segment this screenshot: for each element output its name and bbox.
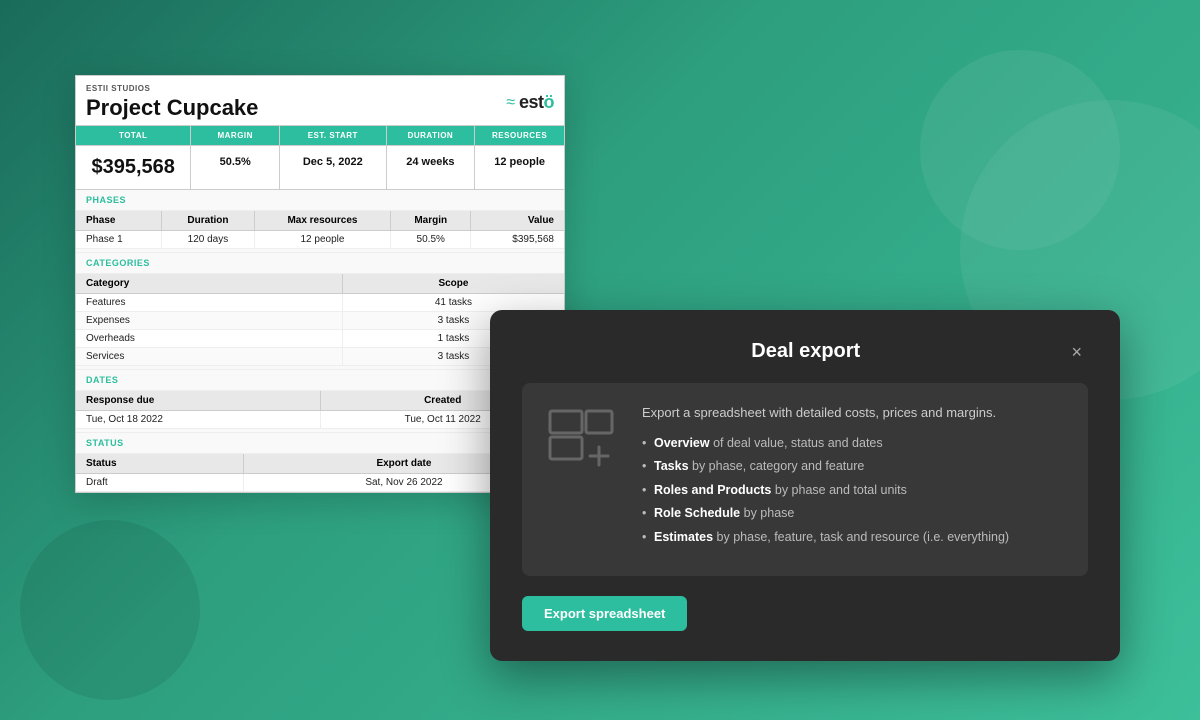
stat-header-start: EST. START <box>280 126 386 145</box>
cat-name: Services <box>76 348 342 366</box>
stat-val-duration: 24 weeks <box>387 146 476 189</box>
export-spreadsheet-button[interactable]: Export spreadsheet <box>522 596 687 631</box>
phase-margin: 50.5% <box>391 231 471 249</box>
cat-name: Expenses <box>76 312 342 330</box>
list-item: Roles and Products by phase and total un… <box>642 482 1068 500</box>
stat-header-margin: MARGIN <box>191 126 280 145</box>
date-due: Tue, Oct 18 2022 <box>76 411 321 429</box>
phases-col-phase: Phase <box>76 211 162 231</box>
logo-waves-icon: ≈ <box>506 94 515 112</box>
modal-content: Export a spreadsheet with detailed costs… <box>642 403 1068 552</box>
spreadsheet-add-icon <box>542 403 622 483</box>
modal-header: Deal export × <box>522 340 1088 363</box>
stat-val-margin: 50.5% <box>191 146 280 189</box>
modal-title: Deal export <box>546 340 1065 363</box>
status-col-status: Status <box>76 454 243 474</box>
list-item: Tasks by phase, category and feature <box>642 458 1068 476</box>
modal-body: Export a spreadsheet with detailed costs… <box>522 383 1088 576</box>
table-row: Phase 1 120 days 12 people 50.5% $395,56… <box>76 231 564 249</box>
list-item: Role Schedule by phase <box>642 505 1068 523</box>
phases-col-maxres: Max resources <box>254 211 390 231</box>
categories-section-label: CATEGORIES <box>76 253 564 274</box>
modal-description: Export a spreadsheet with detailed costs… <box>642 403 1068 423</box>
sheet-company: ESTII STUDIOS <box>86 84 258 93</box>
phases-col-margin: Margin <box>391 211 471 231</box>
cat-name: Features <box>76 294 342 312</box>
phases-table: Phase Duration Max resources Margin Valu… <box>76 211 564 249</box>
stats-values-row: $395,568 50.5% Dec 5, 2022 24 weeks 12 p… <box>76 146 564 190</box>
list-item: Overview of deal value, status and dates <box>642 435 1068 453</box>
phase-maxres: 12 people <box>254 231 390 249</box>
stat-val-start: Dec 5, 2022 <box>280 146 386 189</box>
phases-col-value: Value <box>471 211 564 231</box>
status-value: Draft <box>76 474 243 492</box>
modal-feature-list: Overview of deal value, status and dates… <box>642 435 1068 547</box>
phase-duration: 120 days <box>162 231 255 249</box>
cat-col-category: Category <box>76 274 342 294</box>
stat-val-resources: 12 people <box>475 146 564 189</box>
logo-text: estö <box>519 92 554 113</box>
phases-section-label: PHASES <box>76 190 564 211</box>
modal-footer: Export spreadsheet <box>522 596 1088 631</box>
sheet-header: ESTII STUDIOS Project Cupcake ≈ estö <box>76 76 564 126</box>
stat-header-total: TOTAL <box>76 126 191 145</box>
stats-header-row: TOTAL MARGIN EST. START DURATION RESOURC… <box>76 126 564 146</box>
phase-name: Phase 1 <box>76 231 162 249</box>
phase-value: $395,568 <box>471 231 564 249</box>
modal-close-button[interactable]: × <box>1065 341 1088 363</box>
stat-val-total: $395,568 <box>76 146 191 189</box>
cat-scope: 41 tasks <box>342 294 564 312</box>
stat-header-resources: RESOURCES <box>475 126 564 145</box>
deal-export-modal: Deal export × Export a spreadsheet with … <box>490 310 1120 661</box>
list-item: Estimates by phase, feature, task and re… <box>642 529 1068 547</box>
cat-col-scope: Scope <box>342 274 564 294</box>
stat-header-duration: DURATION <box>387 126 476 145</box>
dates-col-due: Response due <box>76 391 321 411</box>
sheet-logo: ≈ estö <box>506 92 554 113</box>
sheet-title: Project Cupcake <box>86 95 258 121</box>
phases-col-duration: Duration <box>162 211 255 231</box>
cat-name: Overheads <box>76 330 342 348</box>
table-row: Features 41 tasks <box>76 294 564 312</box>
